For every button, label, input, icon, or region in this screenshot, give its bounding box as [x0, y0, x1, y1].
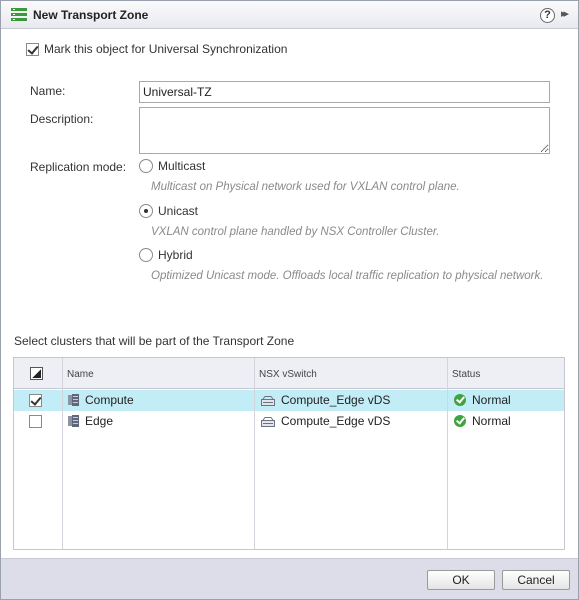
cluster-name: Compute: [85, 393, 134, 407]
vswitch-cell: Compute_Edge vDS: [261, 393, 390, 407]
new-transport-zone-dialog: New Transport Zone ? ▸▸ Mark this object…: [0, 0, 579, 600]
clusters-section-label: Select clusters that will be part of the…: [14, 334, 295, 348]
status-text: Normal: [472, 393, 511, 407]
dialog-titlebar: New Transport Zone ? ▸▸: [1, 1, 578, 29]
name-input[interactable]: [139, 81, 550, 103]
replication-mode-label: Replication mode:: [30, 160, 127, 174]
name-label: Name:: [30, 84, 66, 98]
help-button[interactable]: ?: [540, 8, 555, 23]
row-checkbox[interactable]: [29, 394, 42, 407]
column-divider: [62, 358, 63, 549]
status-cell: Normal: [454, 393, 511, 407]
table-row[interactable]: Compute Compute_Edge vDS Normal: [14, 390, 564, 411]
expand-icon[interactable]: ▸▸: [561, 7, 569, 20]
universal-sync-option[interactable]: Mark this object for Universal Synchroni…: [26, 42, 287, 56]
multicast-description: Multicast on Physical network used for V…: [151, 181, 460, 193]
vswitch-icon: [261, 395, 275, 406]
cancel-button[interactable]: Cancel: [502, 570, 570, 590]
dialog-body: Mark this object for Universal Synchroni…: [1, 30, 578, 558]
description-label: Description:: [30, 112, 94, 126]
select-all-checkbox[interactable]: [30, 367, 43, 380]
cluster-cell: Compute: [68, 393, 134, 407]
status-text: Normal: [472, 414, 511, 428]
clusters-grid: Name NSX vSwitch Status Compute Compute_…: [13, 357, 565, 550]
row-checkbox[interactable]: [29, 415, 42, 428]
dialog-title: New Transport Zone: [33, 8, 149, 22]
replication-option-hybrid[interactable]: Hybrid: [139, 248, 193, 262]
vswitch-cell: Compute_Edge vDS: [261, 414, 390, 428]
vswitch-icon: [261, 416, 275, 427]
status-ok-icon: [454, 394, 466, 406]
cluster-icon: [68, 394, 79, 406]
universal-sync-label: Mark this object for Universal Synchroni…: [44, 42, 288, 56]
cluster-name: Edge: [85, 414, 114, 428]
column-header-name[interactable]: Name: [67, 369, 94, 380]
vswitch-name: Compute_Edge vDS: [281, 393, 391, 407]
grid-header: Name NSX vSwitch Status: [14, 358, 564, 389]
column-header-status[interactable]: Status: [452, 369, 480, 380]
cluster-cell: Edge: [68, 414, 113, 428]
status-ok-icon: [454, 415, 466, 427]
vswitch-name: Compute_Edge vDS: [281, 414, 391, 428]
unicast-description: VXLAN control plane handled by NSX Contr…: [151, 226, 440, 238]
hybrid-label: Hybrid: [158, 248, 193, 262]
unicast-label: Unicast: [158, 204, 199, 218]
universal-sync-checkbox[interactable]: [26, 42, 39, 56]
ok-button[interactable]: OK: [427, 570, 495, 590]
hybrid-radio[interactable]: [139, 248, 153, 262]
column-header-vswitch[interactable]: NSX vSwitch: [259, 369, 317, 380]
description-input[interactable]: [139, 107, 550, 154]
replication-option-unicast[interactable]: Unicast: [139, 204, 198, 218]
multicast-radio[interactable]: [139, 159, 153, 173]
multicast-label: Multicast: [158, 159, 206, 173]
column-divider: [254, 358, 255, 549]
hybrid-description: Optimized Unicast mode. Offloads local t…: [151, 270, 544, 282]
column-divider: [447, 358, 448, 549]
table-row[interactable]: Edge Compute_Edge vDS Normal: [14, 411, 564, 432]
status-cell: Normal: [454, 414, 511, 428]
transport-zone-icon: [11, 8, 27, 22]
cluster-icon: [68, 415, 79, 427]
dialog-footer: OK Cancel: [1, 558, 578, 599]
replication-option-multicast[interactable]: Multicast: [139, 159, 205, 173]
unicast-radio[interactable]: [139, 204, 153, 218]
